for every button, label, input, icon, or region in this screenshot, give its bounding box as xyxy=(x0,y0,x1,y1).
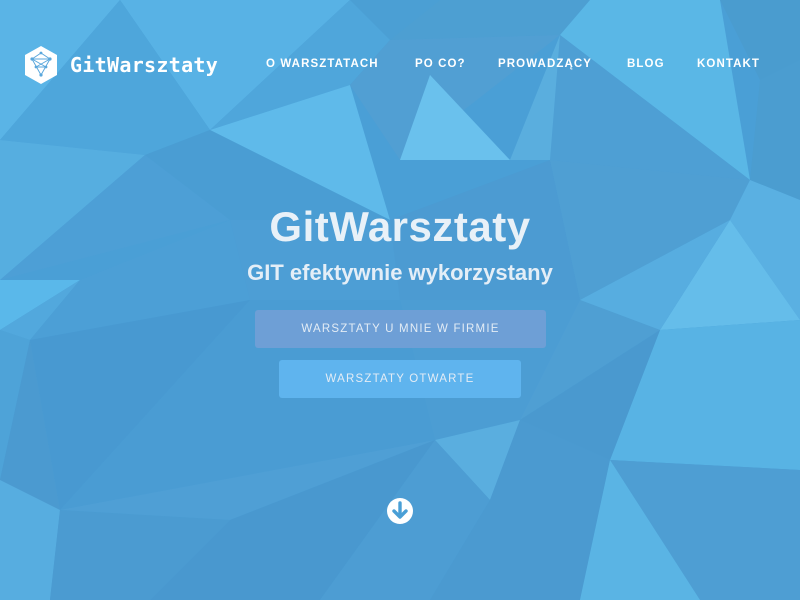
navbar: GitWarsztaty O WARSZTATACH PO CO? PROWAD… xyxy=(0,0,800,130)
company-workshops-button[interactable]: WARSZTATY U MNIE W FIRMIE xyxy=(255,310,546,348)
hero-subtitle: GIT efektywnie wykorzystany xyxy=(247,260,553,285)
arrow-down-icon xyxy=(387,498,413,524)
nav-menu: O WARSZTATACH PO CO? PROWADZĄCY BLOG KON… xyxy=(0,58,800,72)
nav-item-o-warsztatach[interactable]: O WARSZTATACH xyxy=(266,58,379,70)
hero-section: GitWarsztaty O WARSZTATACH PO CO? PROWAD… xyxy=(0,0,800,600)
nav-item-kontakt[interactable]: KONTAKT xyxy=(697,58,760,70)
hero-title: GitWarsztaty xyxy=(269,203,531,250)
hero-content: GitWarsztaty GIT efektywnie wykorzystany xyxy=(0,200,800,288)
nav-item-prowadzacy[interactable]: PROWADZĄCY xyxy=(498,58,592,70)
open-workshops-button[interactable]: WARSZTATY OTWARTE xyxy=(279,360,521,398)
nav-item-po-co[interactable]: PO CO? xyxy=(415,58,466,70)
nav-item-blog[interactable]: BLOG xyxy=(627,58,665,70)
